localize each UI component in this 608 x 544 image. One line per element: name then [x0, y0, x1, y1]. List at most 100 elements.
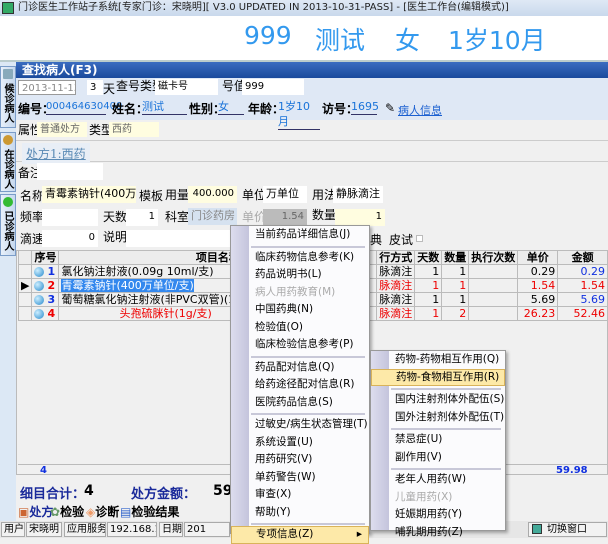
tab-current-patients[interactable]: 在诊病人 [0, 132, 16, 192]
row-price: 5.69 [517, 292, 559, 307]
usage-input[interactable]: 静脉滴注 [333, 186, 383, 203]
freq-label: 频率 [20, 210, 45, 224]
menu-item[interactable]: 单药警告(W) [231, 469, 369, 487]
col-days[interactable]: 天数 [414, 250, 443, 265]
menu-item[interactable]: 老年人用药(W) [371, 471, 505, 489]
submenu-arrow-icon: ▸ [356, 528, 362, 540]
patient-banner: 999 测试 女 1岁10月 [0, 16, 608, 62]
menu-item[interactable]: 临床检验信息参考(P) [231, 336, 369, 354]
banner-age: 1岁10月 [448, 26, 546, 55]
row-amount: 0.29 [557, 264, 608, 279]
col-amount[interactable]: 金额 [557, 250, 608, 265]
row-method: 脉滴注 [376, 264, 416, 279]
template-label: 模板 [139, 189, 164, 203]
col-qty[interactable]: 数量 [441, 250, 470, 265]
row-no: 4 [31, 306, 60, 321]
count-label: 细目合计： [20, 487, 86, 502]
menu-item[interactable]: 药物-药物相互作用(Q) [371, 351, 505, 369]
footer-count: 4 [40, 465, 47, 476]
row-price: 0.29 [517, 264, 559, 279]
prescription-icon: ▣ [18, 505, 30, 519]
col-no[interactable]: 序号 [31, 250, 60, 265]
status-user: 宋晓明 [26, 522, 62, 537]
menu-item[interactable]: 国内注射剂体外配伍(S) [371, 391, 505, 409]
row-qty: 1 [441, 264, 470, 279]
menu-item[interactable]: 哺乳期用药(Z) [371, 524, 505, 542]
skin-test-checkbox[interactable] [416, 235, 423, 242]
tab-diagnosis[interactable]: ◈诊断 [86, 503, 119, 520]
freq-input[interactable] [42, 209, 98, 226]
row-times [468, 264, 519, 279]
row-no: 2 [31, 278, 60, 293]
count-value: 4 [84, 483, 94, 499]
menu-item[interactable]: 系统设置(U) [231, 434, 369, 452]
patient-name: 测试 [142, 99, 187, 115]
status-ball-icon [34, 309, 45, 319]
row-no: 1 [31, 264, 60, 279]
menu-item[interactable]: 国外注射剂体外配伍(T) [371, 409, 505, 427]
menu-item[interactable]: 儿童用药(X) [371, 489, 505, 507]
row-price: 1.54 [517, 278, 559, 293]
col-price[interactable]: 单价 [517, 250, 559, 265]
menu-item[interactable]: 用药研究(V) [231, 451, 369, 469]
status-ball-icon [34, 281, 45, 291]
qty-input[interactable]: 1 [335, 209, 385, 226]
menu-item[interactable]: 临床药物信息参考(K) [231, 249, 369, 267]
menu-item[interactable]: 帮助(Y) [231, 504, 369, 522]
menu-item[interactable]: 药物-食物相互作用(R) [371, 368, 505, 386]
menu-item[interactable]: 医院药品信息(S) [231, 394, 369, 412]
menu-item[interactable]: 妊娠期用药(Y) [371, 506, 505, 524]
qty-label: 数量 [312, 208, 337, 222]
menu-item[interactable]: 给药途径配对信息(R) [231, 376, 369, 394]
desc-input[interactable] [126, 230, 236, 247]
note-input[interactable] [37, 163, 103, 180]
menu-item[interactable]: 药品说明书(L) [231, 266, 369, 284]
menu-item[interactable]: 副作用(V) [371, 449, 505, 467]
days-spinner[interactable]: 3 [87, 80, 103, 95]
switch-window-button[interactable]: 切换窗口 [528, 522, 607, 537]
attr-select[interactable]: 普通处方 [37, 122, 87, 137]
dose-input[interactable]: 400.000 [188, 186, 237, 203]
tab-waiting-patients[interactable]: 候诊病人 [0, 66, 16, 128]
menu-item[interactable]: 检验值(O) [231, 319, 369, 337]
col-times[interactable]: 执行次数 [468, 250, 519, 265]
menu-item[interactable]: 禁忌症(U) [371, 431, 505, 449]
menu-item[interactable]: 当前药品详细信息(J) [231, 226, 369, 244]
date-picker[interactable]: 2013-11-13 [18, 80, 76, 95]
patient-age: 1岁10月 [278, 99, 320, 130]
menu-item[interactable]: 过敏史/病生状态管理(T) [231, 416, 369, 434]
dept-input[interactable]: 门诊药房 [188, 208, 237, 225]
days-input[interactable]: 1 [126, 209, 158, 226]
tab-prescription[interactable]: ▣处方 [18, 503, 53, 520]
status-server-label: 应用服务器 [64, 522, 106, 537]
banner-id: 999 [244, 21, 292, 50]
menu-item[interactable]: 专项信息(Z) ▸ [231, 526, 369, 544]
status-date: 201 [184, 522, 230, 537]
num-input[interactable]: 999 [242, 79, 304, 95]
menu-item[interactable]: 中国药典(N) [231, 301, 369, 319]
menu-item[interactable]: 药品配对信息(Q) [231, 359, 369, 377]
drip-input[interactable]: 0 [42, 230, 98, 247]
tab-done-patients[interactable]: 已诊病人 [0, 194, 16, 256]
tab-lab[interactable]: ✿检验 [50, 503, 84, 520]
type-select[interactable]: 磁卡号 [155, 79, 218, 95]
unit-input[interactable]: 万单位 [263, 186, 307, 203]
dept-label: 科室 [165, 210, 190, 224]
tab-lab-results[interactable]: ▤检验结果 [120, 503, 179, 520]
row-times [468, 292, 519, 307]
amount-label: 处方金额： [131, 487, 197, 502]
col-method[interactable]: 行方式 [376, 250, 416, 265]
rx-tab-strip [16, 140, 608, 162]
row-method: 脉滴注 [376, 292, 416, 307]
drug-name-input[interactable]: 青霉素钠针(400万单位 [42, 186, 136, 203]
menu-item[interactable]: 审查(X) [231, 486, 369, 504]
menu-item[interactable]: 病人用药教育(M) [231, 284, 369, 302]
drug-name-label: 名称 [20, 189, 45, 203]
lab-icon: ✿ [50, 505, 61, 519]
rx-type-select[interactable]: 西药 [109, 122, 159, 137]
banner-sex: 女 [395, 26, 421, 55]
app-icon [2, 2, 14, 14]
patient-info-link[interactable]: 病人信息 [398, 102, 442, 118]
tab-rx1[interactable]: 处方1:西药 [22, 143, 90, 164]
row-times [468, 278, 519, 293]
